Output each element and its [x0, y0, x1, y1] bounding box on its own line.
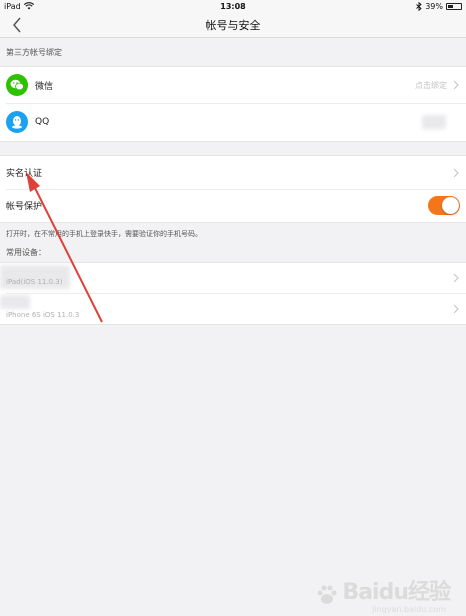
watermark-url: jingyan.baidu.com: [372, 605, 446, 614]
paw-icon: [317, 585, 337, 604]
annotation-arrow: [26, 172, 103, 323]
baidu-watermark: Baidu经验 jingyan.baidu.com: [316, 574, 451, 614]
watermark-logo: Baidu经验: [342, 580, 451, 605]
